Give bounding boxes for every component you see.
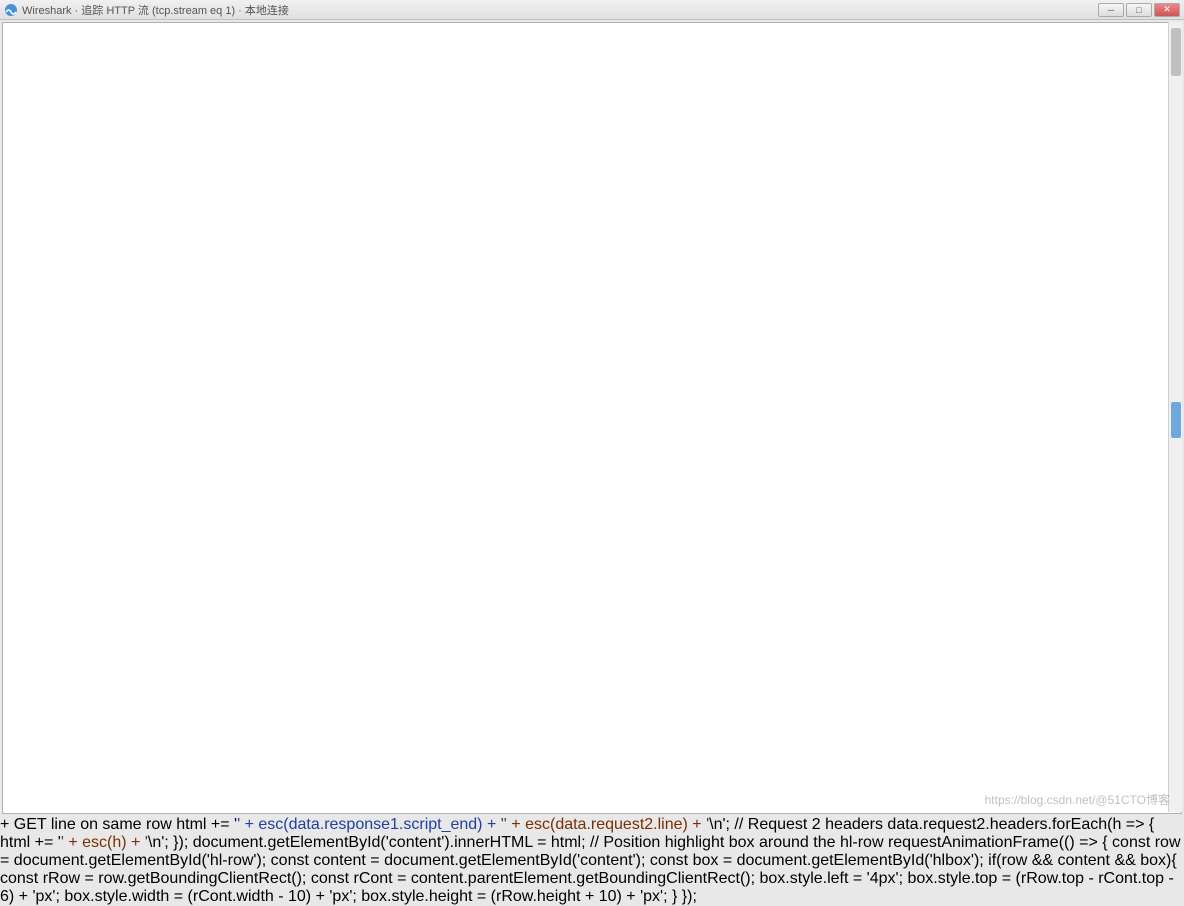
content-frame [2,22,1182,814]
window-titlebar: Wireshark · 追踪 HTTP 流 (tcp.stream eq 1) … [0,0,1184,20]
scrollbar-vertical[interactable] [1168,22,1182,812]
script-end-tag: ' + esc(data.response1.script_end) + ' [237,816,504,833]
wireshark-icon [4,3,18,17]
maximize-button[interactable]: □ [1126,3,1152,17]
highlight-box [3,813,7,814]
scrollbar-thumb-top[interactable] [1171,28,1181,76]
minimize-button[interactable]: ─ [1098,3,1124,17]
window-controls: ─ □ ✕ [1098,3,1180,17]
request2-line: ' + esc(data.request2.line) + ' [504,816,709,833]
request2-header: ' + esc(h) + ' [61,834,148,851]
close-button[interactable]: ✕ [1154,3,1180,17]
http-stream-content[interactable] [3,23,1181,813]
watermark-text: https://blog.csdn.net/@51CTO博客 [985,791,1170,808]
window-title: Wireshark · 追踪 HTTP 流 (tcp.stream eq 1) … [22,2,1098,18]
scrollbar-thumb-mid[interactable] [1171,402,1181,438]
